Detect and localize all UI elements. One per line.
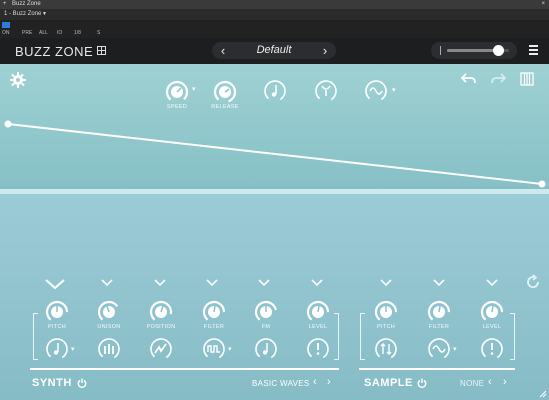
keys-icon[interactable] — [520, 72, 534, 86]
chevron-down-icon[interactable] — [154, 279, 166, 287]
collapse-chevron-icon[interactable] — [44, 278, 66, 290]
synth-fm-label: FM — [261, 324, 271, 330]
release-label: RELEASE — [211, 104, 239, 110]
bars-icon[interactable] — [97, 337, 121, 361]
sample-filter-knob[interactable] — [426, 299, 452, 325]
grid-icon[interactable] — [97, 46, 106, 55]
note-mod-button[interactable] — [263, 79, 287, 103]
sample-pitch-label: PITCH — [377, 324, 395, 330]
preset-prev-button[interactable]: ‹ — [216, 42, 230, 59]
host-toolbar-cell[interactable]: ALL — [39, 30, 48, 36]
volume-control[interactable] — [431, 42, 517, 59]
exclaim-icon[interactable] — [480, 337, 504, 361]
wave-icon[interactable] — [202, 337, 226, 361]
brand-title: BUZZ ZONE — [15, 44, 94, 59]
envelope-end-point[interactable] — [538, 180, 546, 188]
sample-level-label: LEVEL — [482, 324, 502, 330]
note-icon[interactable] — [45, 337, 69, 361]
power-toggle[interactable] — [2, 22, 10, 28]
volume-slider[interactable] — [447, 45, 509, 56]
updown-icon[interactable] — [374, 337, 398, 361]
speed-knob[interactable] — [164, 79, 190, 105]
close-icon[interactable]: × — [541, 0, 545, 9]
synth-footer-line — [30, 368, 339, 370]
preset-selector[interactable]: ‹ Default › — [212, 42, 336, 59]
host-toolbar: ON PRE ALL IO 1/8 S — [0, 20, 549, 38]
envelope-start-point[interactable] — [4, 120, 12, 128]
synth-pitch-knob[interactable] — [44, 299, 70, 325]
pitch-mod-menu-arrow[interactable]: ▾ — [71, 345, 75, 353]
chevron-down-icon[interactable] — [101, 279, 113, 287]
host-window-title: Buzz Zone — [12, 1, 41, 7]
speed-label: SPEED — [166, 104, 188, 110]
sample-level-knob[interactable] — [479, 299, 505, 325]
host-toolbar-cell[interactable]: IO — [57, 30, 62, 36]
sample-title: SAMPLE — [364, 377, 413, 389]
chevron-down-icon[interactable] — [486, 279, 498, 287]
synth-level-knob[interactable] — [305, 299, 331, 325]
pin-icon[interactable]: + — [3, 0, 7, 9]
volume-fill — [447, 49, 498, 52]
undo-icon[interactable] — [461, 72, 477, 86]
synth-bracket-left — [33, 313, 38, 360]
exclaim-icon[interactable] — [306, 337, 330, 361]
sample-pitch-knob[interactable] — [373, 299, 399, 325]
track-selector[interactable]: 1 - Buzz Zone — [4, 9, 41, 20]
volume-thumb[interactable] — [492, 45, 504, 56]
note-icon[interactable] — [254, 337, 278, 361]
power-icon[interactable] — [77, 378, 87, 388]
synth-unison-label: UNISON — [97, 324, 121, 330]
host-track-row: 1 - Buzz Zone ▼ — [0, 9, 549, 20]
sample-footer-line — [359, 368, 515, 370]
sine-icon[interactable] — [427, 337, 451, 361]
host-toolbar-cell[interactable]: S — [97, 30, 100, 36]
chevron-down-icon[interactable] — [433, 279, 445, 287]
sample-filter-label: FILTER — [428, 324, 450, 330]
synth-level-label: LEVEL — [308, 324, 328, 330]
synth-source-name[interactable]: BASIC WAVES — [252, 379, 310, 388]
synth-filter-knob[interactable] — [201, 299, 227, 325]
volume-tick — [440, 46, 441, 55]
synth-filter-label: FILTER — [203, 324, 225, 330]
sample-source-next-button[interactable]: › — [503, 376, 507, 388]
filter-mod-menu-arrow[interactable]: ▾ — [228, 345, 232, 353]
synth-fm-knob[interactable] — [253, 299, 279, 325]
host-toolbar-cell[interactable]: ON — [2, 30, 10, 36]
synth-source-next-button[interactable]: › — [327, 376, 331, 388]
synth-unison-knob[interactable] — [96, 299, 122, 325]
synth-position-knob[interactable] — [148, 299, 174, 325]
refresh-icon[interactable] — [525, 274, 541, 290]
host-titlebar: + Buzz Zone × — [0, 0, 549, 9]
sample-bracket-right — [510, 313, 515, 360]
fork-mod-button[interactable] — [314, 79, 338, 103]
gear-icon[interactable] — [10, 72, 26, 88]
sample-bracket-left — [360, 313, 365, 360]
preset-name[interactable]: Default — [232, 44, 316, 56]
sine-mod-icon[interactable] — [364, 79, 388, 103]
chevron-down-icon[interactable] — [311, 279, 323, 287]
synth-position-label: POSITION — [146, 324, 176, 330]
chevron-down-icon[interactable] — [206, 279, 218, 287]
release-knob[interactable] — [212, 79, 238, 105]
synth-source-prev-button[interactable]: ‹ — [313, 376, 317, 388]
host-toolbar-cell[interactable]: 1/8 — [74, 30, 81, 36]
chevron-down-icon[interactable]: ▼ — [42, 9, 47, 20]
speed-menu-arrow[interactable]: ▾ — [192, 85, 196, 93]
resize-grip-icon[interactable] — [537, 388, 547, 398]
mod-menu-arrow[interactable]: ▾ — [392, 86, 396, 94]
synth-bracket-right — [334, 313, 339, 360]
chevron-down-icon[interactable] — [258, 279, 270, 287]
host-toolbar-cell[interactable]: PRE — [22, 30, 32, 36]
sample-filter-mod-menu-arrow[interactable]: ▾ — [453, 345, 457, 353]
chevron-down-icon[interactable] — [380, 279, 392, 287]
zigzag-icon[interactable] — [149, 337, 173, 361]
preset-next-button[interactable]: › — [318, 42, 332, 59]
synth-title: SYNTH — [32, 377, 72, 389]
sample-source-prev-button[interactable]: ‹ — [488, 376, 492, 388]
synth-pitch-label: PITCH — [48, 324, 66, 330]
power-icon[interactable] — [417, 378, 427, 388]
menu-icon[interactable] — [529, 45, 538, 55]
sample-source-name[interactable]: NONE — [460, 379, 484, 388]
redo-icon[interactable] — [490, 72, 506, 86]
